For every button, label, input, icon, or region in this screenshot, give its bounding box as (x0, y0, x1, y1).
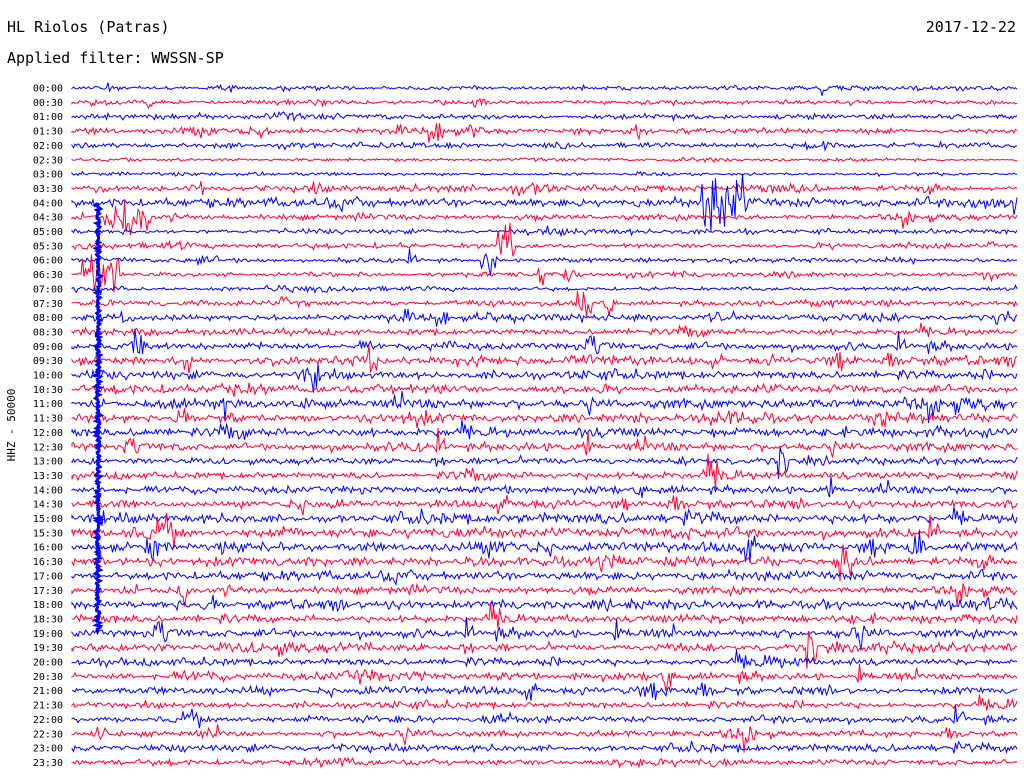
time-label-1630: 16:30 (33, 557, 63, 568)
time-label-0130: 01:30 (33, 127, 63, 138)
trace-0330 (71, 181, 1018, 197)
trace-1400 (71, 476, 1018, 499)
time-label-0600: 06:00 (33, 256, 63, 267)
time-label-0900: 09:00 (33, 342, 63, 353)
time-label-2300: 23:00 (33, 744, 63, 755)
trace-0800 (71, 308, 1018, 327)
time-label-0500: 05:00 (33, 227, 63, 238)
time-label-2130: 21:30 (33, 701, 63, 712)
time-label-0230: 02:30 (33, 155, 63, 166)
time-label-1830: 18:30 (33, 614, 63, 625)
time-label-0200: 02:00 (33, 141, 63, 152)
time-label-1800: 18:00 (33, 600, 63, 611)
time-label-0300: 03:00 (33, 170, 63, 181)
trace-0030 (71, 97, 1018, 110)
time-label-0630: 06:30 (33, 270, 63, 281)
trace-0400 (71, 173, 1018, 232)
time-label-0700: 07:00 (33, 284, 63, 295)
trace-0100 (71, 110, 1018, 123)
time-label-1700: 17:00 (33, 571, 63, 582)
time-label-1030: 10:30 (33, 385, 63, 396)
trace-0600 (71, 248, 1018, 276)
trace-2200 (71, 705, 1018, 729)
trace-2000 (71, 649, 1018, 669)
trace-1900 (71, 617, 1018, 651)
trace-1700 (71, 568, 1018, 586)
trace-2300 (71, 740, 1018, 754)
time-label-0100: 01:00 (33, 112, 63, 123)
time-label-1130: 11:30 (33, 414, 63, 425)
trace-lines (71, 82, 1018, 769)
time-label-1500: 15:00 (33, 514, 63, 525)
time-label-2330: 23:30 (33, 758, 63, 769)
time-label-1230: 12:30 (33, 442, 63, 453)
time-labels: 00:00 00:30 01:00 01:30 02:00 02:30 03:00 03:30… (33, 84, 63, 769)
trace-0200 (71, 140, 1017, 152)
trace-1800 (71, 594, 1018, 613)
time-label-2030: 20:30 (33, 672, 63, 683)
time-label-1400: 14:00 (33, 485, 63, 496)
time-label-1930: 19:30 (33, 643, 63, 654)
time-label-2100: 21:00 (33, 686, 63, 697)
time-label-1900: 19:00 (33, 629, 63, 640)
time-label-1430: 14:30 (33, 500, 63, 511)
time-label-0930: 09:30 (33, 356, 63, 367)
time-label-0030: 00:30 (33, 98, 63, 109)
trace-2030 (71, 663, 1018, 692)
time-label-1730: 17:30 (33, 586, 63, 597)
trace-2100 (71, 682, 1018, 701)
trace-2130 (71, 694, 1018, 711)
trace-0130 (71, 123, 1018, 143)
trace-0730 (71, 291, 1018, 317)
trace-0500 (71, 225, 1018, 238)
helicorder-plot: 00:00 00:30 01:00 01:30 02:00 02:30 03:00 03:30… (33, 82, 1018, 769)
trace-1130 (71, 408, 1018, 429)
trace-1030 (71, 382, 1018, 397)
time-label-1330: 13:30 (33, 471, 63, 482)
trace-0300 (71, 170, 1018, 178)
time-label-2000: 20:00 (33, 658, 63, 669)
trace-2330 (71, 756, 1018, 769)
trace-0830 (71, 322, 1018, 338)
trace-1500 (71, 506, 1018, 529)
time-label-1200: 12:00 (33, 428, 63, 439)
time-label-1100: 11:00 (33, 399, 63, 410)
time-label-0800: 08:00 (33, 313, 63, 324)
time-label-2230: 22:30 (33, 729, 63, 740)
time-label-0430: 04:30 (33, 213, 63, 224)
time-label-2200: 22:00 (33, 715, 63, 726)
time-label-0000: 00:00 (33, 84, 63, 95)
trace-0000 (71, 82, 1018, 96)
trace-0930 (71, 345, 1018, 374)
trace-0530 (71, 222, 1018, 257)
time-label-1300: 13:00 (33, 457, 63, 468)
time-label-0330: 03:30 (33, 184, 63, 195)
time-label-1530: 15:30 (33, 528, 63, 539)
time-label-0730: 07:30 (33, 299, 63, 310)
time-label-0530: 05:30 (33, 241, 63, 252)
time-label-0830: 08:30 (33, 327, 63, 338)
trace-0700 (71, 283, 1018, 296)
time-label-1600: 16:00 (33, 543, 63, 554)
event-streak (91, 202, 105, 634)
time-label-1000: 10:00 (33, 371, 63, 382)
trace-0230 (71, 156, 1018, 164)
time-label-0400: 04:00 (33, 198, 63, 209)
